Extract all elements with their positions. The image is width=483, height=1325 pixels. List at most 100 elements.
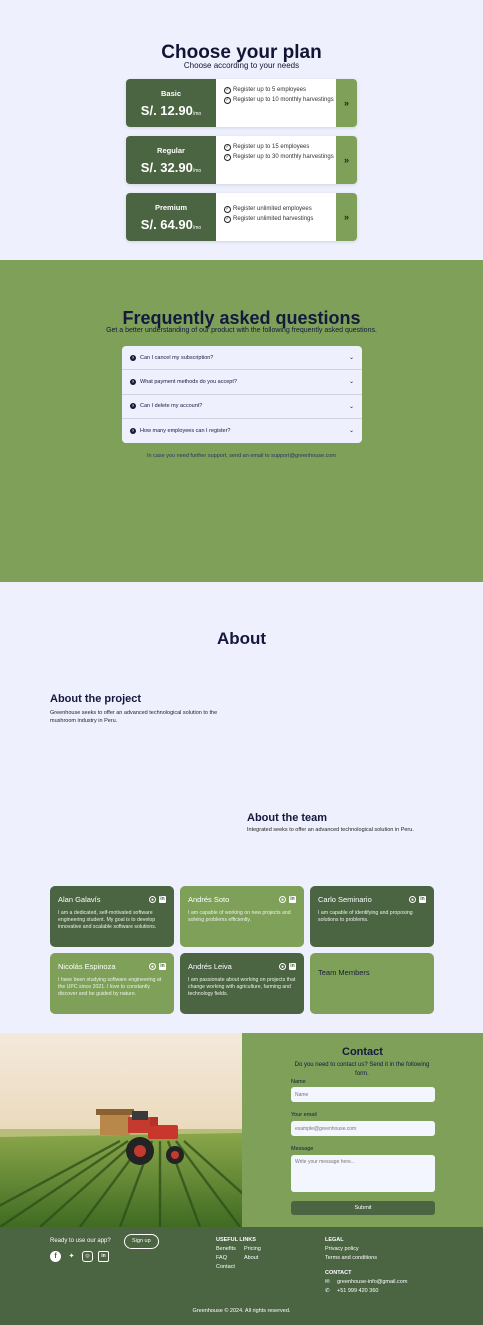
- twitter-icon[interactable]: ✦: [66, 1251, 77, 1262]
- chevron-down-icon: ⌄: [348, 355, 354, 362]
- faq-title: Frequently asked questions: [122, 308, 361, 328]
- footer-link-privacy[interactable]: Privacy policy: [325, 1246, 359, 1252]
- plan-features: ✓ Register up to 15 employees ✓ Register u…: [224, 144, 334, 163]
- plan-feature: Register up to 30 monthly harvestings: [233, 153, 334, 160]
- phone-icon: ✆: [325, 1288, 330, 1294]
- footer-link-contact[interactable]: Contact: [216, 1264, 235, 1270]
- github-icon[interactable]: ●: [149, 963, 156, 970]
- faq-section: Frequently asked questions Get a better …: [0, 260, 483, 582]
- question-circle-icon: ?: [130, 403, 136, 410]
- email-field[interactable]: [291, 1121, 435, 1136]
- faq-question: How many employees can I register?: [140, 427, 231, 434]
- instagram-icon[interactable]: ◎: [82, 1251, 93, 1262]
- faq-item[interactable]: ? What payment methods do you accept? ⌄: [122, 370, 362, 395]
- member-description: I am a dedicated, self-motivated softwar…: [58, 910, 157, 930]
- member-description: I am capable of identifying and proposin…: [318, 910, 413, 923]
- contact-section: Contact Do you need to contact us? Send …: [0, 1033, 483, 1227]
- useful-links-heading: USEFUL LINKS: [216, 1237, 256, 1243]
- check-circle-icon: ✓: [224, 87, 231, 94]
- team-member-card: Andrés Leiva ● in I am passionate about wo…: [180, 953, 304, 1014]
- submit-button[interactable]: Submit: [291, 1201, 435, 1215]
- github-icon[interactable]: ●: [409, 896, 416, 903]
- check-circle-icon: ✓: [224, 144, 231, 151]
- member-name: Nicolás Espinoza: [58, 962, 116, 971]
- question-circle-icon: ?: [130, 354, 136, 361]
- plan-features: ✓ Register up to 5 employees ✓ Register up…: [224, 87, 334, 106]
- double-chevron-right-icon[interactable]: »: [336, 79, 357, 127]
- signup-button[interactable]: Sign up: [124, 1234, 159, 1249]
- contact-form: Contact Do you need to contact us? Send …: [242, 1033, 483, 1227]
- about-team-text: Integrated seeks to offer an advanced te…: [247, 827, 414, 833]
- plan-feature: Register unlimited harvestings: [233, 215, 314, 222]
- linkedin-icon[interactable]: in: [159, 963, 166, 970]
- faq-subtitle: Get a better understanding of our produc…: [106, 327, 377, 334]
- legal-heading: LEGAL: [325, 1237, 344, 1243]
- faq-item[interactable]: ? Can I delete my account? ⌄: [122, 395, 362, 419]
- github-icon[interactable]: ●: [279, 963, 286, 970]
- plan-price: S/. 12.90/mo: [140, 103, 202, 118]
- contact-subtitle: Do you need to contact us? Send it in th…: [294, 1062, 430, 1077]
- envelope-icon: ✉: [325, 1279, 330, 1285]
- check-circle-icon: ✓: [224, 206, 231, 213]
- linkedin-icon[interactable]: in: [159, 896, 166, 903]
- social-links: f ✦ ◎ in: [50, 1251, 109, 1262]
- footer-link-about[interactable]: About: [244, 1255, 258, 1261]
- footer-contact-email[interactable]: greenhouse-info@gmail.com: [337, 1279, 407, 1285]
- faq-question: What payment methods do you accept?: [140, 378, 237, 385]
- about-title: About: [216, 629, 267, 648]
- plans-section: Choose your plan Choose according to you…: [0, 0, 483, 260]
- plan-header: Basic S/. 12.90/mo: [126, 79, 216, 127]
- question-circle-icon: ?: [130, 427, 136, 434]
- plan-card-regular[interactable]: Regular S/. 32.90/mo ✓ Register up to 15 …: [126, 136, 357, 184]
- footer-link-pricing[interactable]: Pricing: [244, 1246, 261, 1252]
- plan-header: Premium S/. 64.90/mo: [126, 193, 216, 241]
- team-members-label: Team Members: [318, 968, 370, 977]
- email-label: Your email: [291, 1112, 317, 1118]
- contact-heading: CONTACT: [325, 1270, 352, 1276]
- team-member-card: Carlo Seminario ● in I am capable of ident…: [310, 886, 434, 947]
- plan-feature: Register up to 15 employees: [233, 144, 310, 150]
- team-members-label-card: Team Members: [310, 953, 434, 1014]
- facebook-icon[interactable]: f: [50, 1251, 61, 1262]
- footer-link-faq[interactable]: FAQ: [216, 1255, 227, 1261]
- contact-title: Contact: [342, 1046, 383, 1058]
- github-icon[interactable]: ●: [279, 896, 286, 903]
- plan-feature: Register unlimited employees: [233, 206, 312, 212]
- message-label: Message: [291, 1146, 314, 1152]
- message-field[interactable]: [291, 1155, 435, 1192]
- linkedin-icon[interactable]: in: [98, 1251, 109, 1262]
- chevron-down-icon: ⌄: [348, 379, 354, 386]
- team-member-card: Andrés Soto ● in I am capable of working o…: [180, 886, 304, 947]
- team-member-card: Alan Galavís ● in I am a dedicated, self-m…: [50, 886, 174, 947]
- question-circle-icon: ?: [130, 378, 136, 385]
- faq-support-note: In case you need further support, send a…: [146, 453, 337, 459]
- copyright: Greenhouse © 2024. All rights reserved.: [192, 1308, 291, 1314]
- about-team-heading: About the team: [247, 812, 328, 824]
- name-label: Name: [291, 1079, 306, 1085]
- check-circle-icon: ✓: [224, 215, 231, 223]
- linkedin-icon[interactable]: in: [289, 963, 296, 970]
- double-chevron-right-icon[interactable]: »: [336, 193, 357, 241]
- plan-name: Basic: [160, 89, 181, 98]
- plan-feature: Register up to 10 monthly harvestings: [233, 96, 334, 103]
- footer-link-benefits[interactable]: Benefits: [216, 1246, 236, 1252]
- faq-accordion: ? Can I cancel my subscription? ⌄ ? What pa…: [122, 346, 362, 443]
- faq-item[interactable]: ? Can I cancel my subscription? ⌄: [122, 346, 362, 371]
- member-description: I am capable of working on new projects …: [188, 910, 291, 923]
- footer-link-terms[interactable]: Terms and conditions: [325, 1255, 377, 1261]
- member-name: Alan Galavís: [58, 895, 101, 904]
- github-icon[interactable]: ●: [149, 896, 156, 903]
- member-name: Carlo Seminario: [318, 895, 372, 904]
- double-chevron-right-icon[interactable]: »: [336, 136, 357, 184]
- member-name: Andrés Soto: [188, 895, 230, 904]
- team-member-card: Nicolás Espinoza ● in I have been studying…: [50, 953, 174, 1014]
- faq-item[interactable]: ? How many employees can I register? ⌄: [122, 419, 362, 443]
- plan-card-basic[interactable]: Basic S/. 12.90/mo ✓ Register up to 5 emp…: [126, 79, 357, 127]
- name-field[interactable]: [291, 1087, 435, 1102]
- check-circle-icon: ✓: [224, 96, 231, 104]
- member-description: I have been studying software engineerin…: [58, 977, 162, 997]
- plan-card-premium[interactable]: Premium S/. 64.90/mo ✓ Register unlimited…: [126, 193, 357, 241]
- plan-feature: Register up to 5 employees: [233, 87, 307, 93]
- linkedin-icon[interactable]: in: [289, 896, 296, 903]
- linkedin-icon[interactable]: in: [419, 896, 426, 903]
